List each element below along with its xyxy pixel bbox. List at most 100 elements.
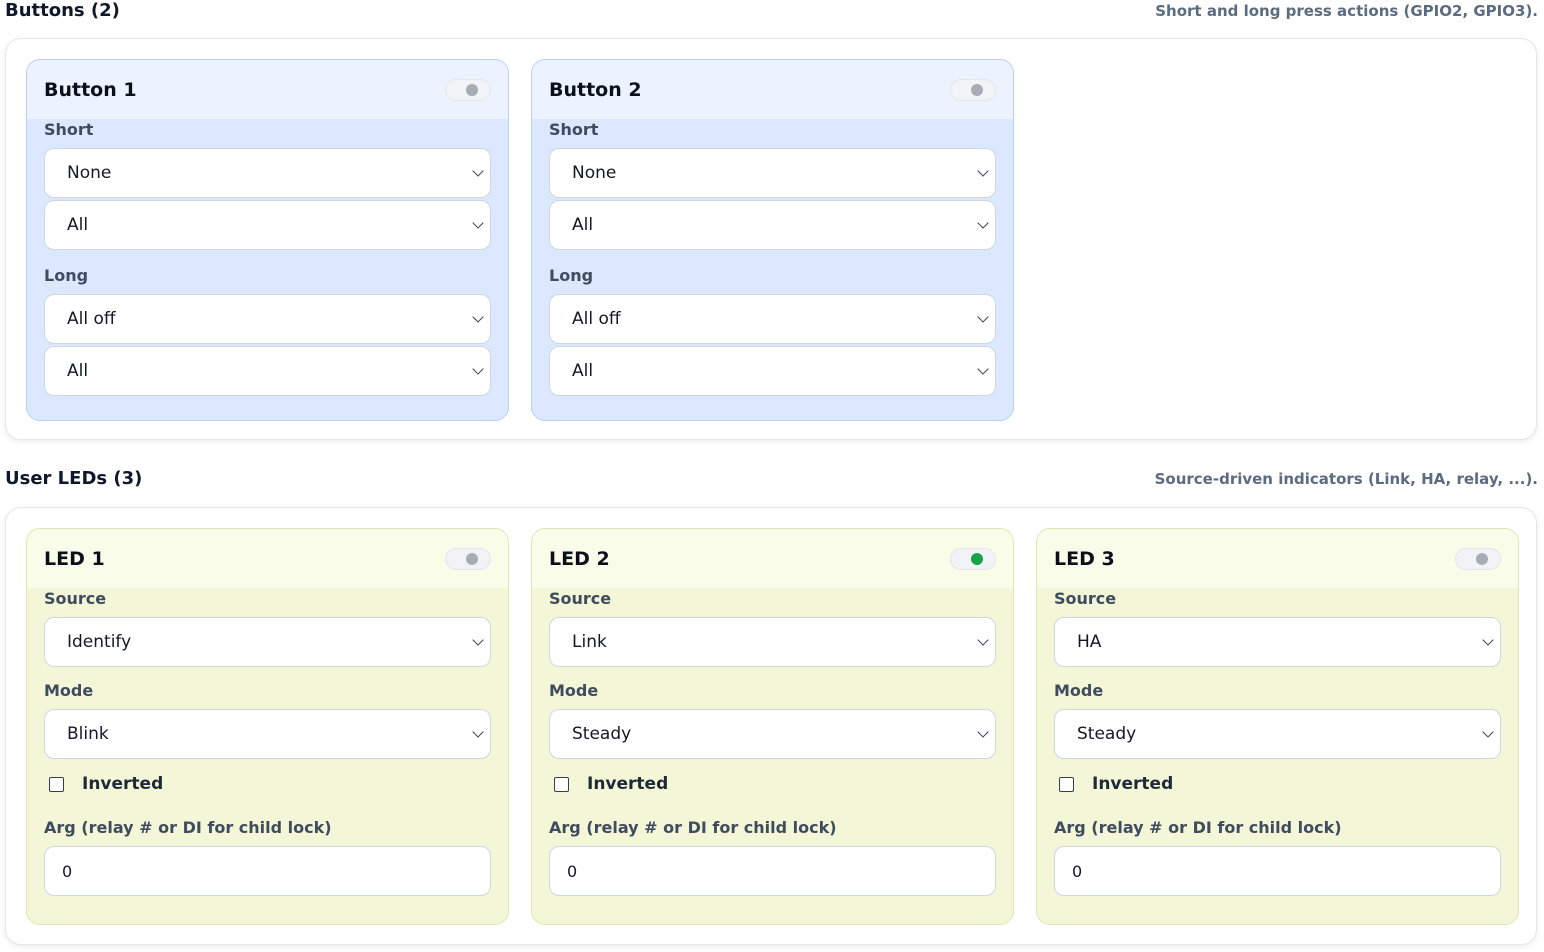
led-card-title: LED 2	[549, 547, 610, 570]
arg-label: Arg (relay # or DI for child lock)	[549, 818, 837, 837]
inverted-label: Inverted	[1092, 774, 1174, 794]
chevron-down-icon	[472, 634, 484, 646]
chevron-down-icon	[977, 634, 989, 646]
led-card-header: LED 3	[1037, 529, 1518, 588]
leds-section-title: User LEDs (3)	[5, 468, 143, 489]
arg-input[interactable]: 0	[1054, 846, 1501, 896]
chevron-down-icon	[1482, 634, 1494, 646]
mode-value: Steady	[572, 724, 632, 744]
button-card-header: Button 2	[532, 60, 1013, 119]
long-action-value: All off	[67, 309, 116, 329]
led-card-2: LED 2 Source Link Mode Steady Inverted A…	[531, 528, 1014, 925]
source-label: Source	[549, 589, 612, 608]
arg-input[interactable]: 0	[44, 846, 491, 896]
buttons-section-title: Buttons (2)	[5, 0, 120, 21]
inverted-label: Inverted	[82, 774, 164, 794]
chevron-down-icon	[977, 363, 989, 375]
chevron-down-icon	[472, 165, 484, 177]
source-value: Identify	[67, 632, 132, 652]
toggle-knob-icon	[466, 83, 478, 96]
leds-panel: LED 1 Source Identify Mode Blink Inverte…	[5, 507, 1537, 945]
toggle-knob-icon	[466, 552, 478, 565]
mode-select[interactable]: Steady	[1054, 709, 1501, 759]
led-card-title: LED 1	[44, 547, 105, 570]
long-target-select[interactable]: All	[549, 346, 996, 396]
chevron-down-icon	[472, 217, 484, 229]
arg-label: Arg (relay # or DI for child lock)	[1054, 818, 1342, 837]
chevron-down-icon	[977, 165, 989, 177]
long-action-select[interactable]: All off	[549, 294, 996, 344]
chevron-down-icon	[977, 726, 989, 738]
inverted-row: Inverted	[44, 774, 491, 794]
arg-value: 0	[567, 861, 578, 881]
enable-toggle[interactable]	[445, 547, 491, 570]
arg-value: 0	[62, 861, 73, 881]
inverted-checkbox[interactable]	[49, 776, 64, 792]
short-target-select[interactable]: All	[549, 200, 996, 250]
source-select[interactable]: Identify	[44, 617, 491, 667]
short-action-value: None	[67, 163, 112, 183]
led-card-header: LED 1	[27, 529, 508, 588]
arg-label: Arg (relay # or DI for child lock)	[44, 818, 332, 837]
mode-select[interactable]: Blink	[44, 709, 491, 759]
inverted-row: Inverted	[549, 774, 996, 794]
toggle-knob-icon	[1476, 552, 1488, 565]
mode-value: Steady	[1077, 724, 1137, 744]
button-card-2: Button 2 Short None All Long All off All	[531, 59, 1014, 421]
long-label: Long	[549, 266, 594, 285]
enable-toggle[interactable]	[950, 78, 996, 101]
long-label: Long	[44, 266, 89, 285]
chevron-down-icon	[977, 311, 989, 323]
chevron-down-icon	[472, 363, 484, 375]
mode-value: Blink	[67, 724, 109, 744]
toggle-knob-icon	[971, 83, 983, 96]
button-card-1: Button 1 Short None All Long All off All	[26, 59, 509, 421]
source-label: Source	[1054, 589, 1117, 608]
short-target-value: All	[572, 215, 594, 235]
button-card-header: Button 1	[27, 60, 508, 119]
arg-value: 0	[1072, 861, 1083, 881]
led-card-title: LED 3	[1054, 547, 1115, 570]
button-card-title: Button 2	[549, 78, 642, 101]
buttons-section-description: Short and long press actions (GPIO2, GPI…	[1155, 2, 1538, 20]
chevron-down-icon	[977, 217, 989, 229]
toggle-knob-icon	[971, 552, 983, 565]
led-card-3: LED 3 Source HA Mode Steady Inverted Arg…	[1036, 528, 1519, 925]
long-action-select[interactable]: All off	[44, 294, 491, 344]
enable-toggle[interactable]	[445, 78, 491, 101]
enable-toggle[interactable]	[1455, 547, 1501, 570]
source-select[interactable]: HA	[1054, 617, 1501, 667]
short-target-select[interactable]: All	[44, 200, 491, 250]
leds-section-header: User LEDs (3) Source-driven indicators (…	[5, 468, 1538, 489]
long-target-select[interactable]: All	[44, 346, 491, 396]
source-select[interactable]: Link	[549, 617, 996, 667]
mode-label: Mode	[549, 681, 599, 700]
inverted-checkbox[interactable]	[554, 776, 569, 792]
leds-section-description: Source-driven indicators (Link, HA, rela…	[1154, 470, 1538, 488]
source-value: Link	[572, 632, 607, 652]
buttons-panel: Button 1 Short None All Long All off All	[5, 38, 1537, 440]
arg-input[interactable]: 0	[549, 846, 996, 896]
enable-toggle[interactable]	[950, 547, 996, 570]
chevron-down-icon	[472, 311, 484, 323]
long-target-value: All	[67, 361, 89, 381]
mode-select[interactable]: Steady	[549, 709, 996, 759]
led-card-header: LED 2	[532, 529, 1013, 588]
short-label: Short	[549, 120, 599, 139]
chevron-down-icon	[472, 726, 484, 738]
button-card-title: Button 1	[44, 78, 137, 101]
short-action-select[interactable]: None	[44, 148, 491, 198]
led-card-1: LED 1 Source Identify Mode Blink Inverte…	[26, 528, 509, 925]
short-label: Short	[44, 120, 94, 139]
long-target-value: All	[572, 361, 594, 381]
short-action-value: None	[572, 163, 617, 183]
chevron-down-icon	[1482, 726, 1494, 738]
buttons-section-header: Buttons (2) Short and long press actions…	[5, 0, 1538, 21]
short-target-value: All	[67, 215, 89, 235]
inverted-row: Inverted	[1054, 774, 1501, 794]
mode-label: Mode	[44, 681, 94, 700]
long-action-value: All off	[572, 309, 621, 329]
short-action-select[interactable]: None	[549, 148, 996, 198]
inverted-checkbox[interactable]	[1059, 776, 1074, 792]
source-value: HA	[1077, 632, 1102, 652]
